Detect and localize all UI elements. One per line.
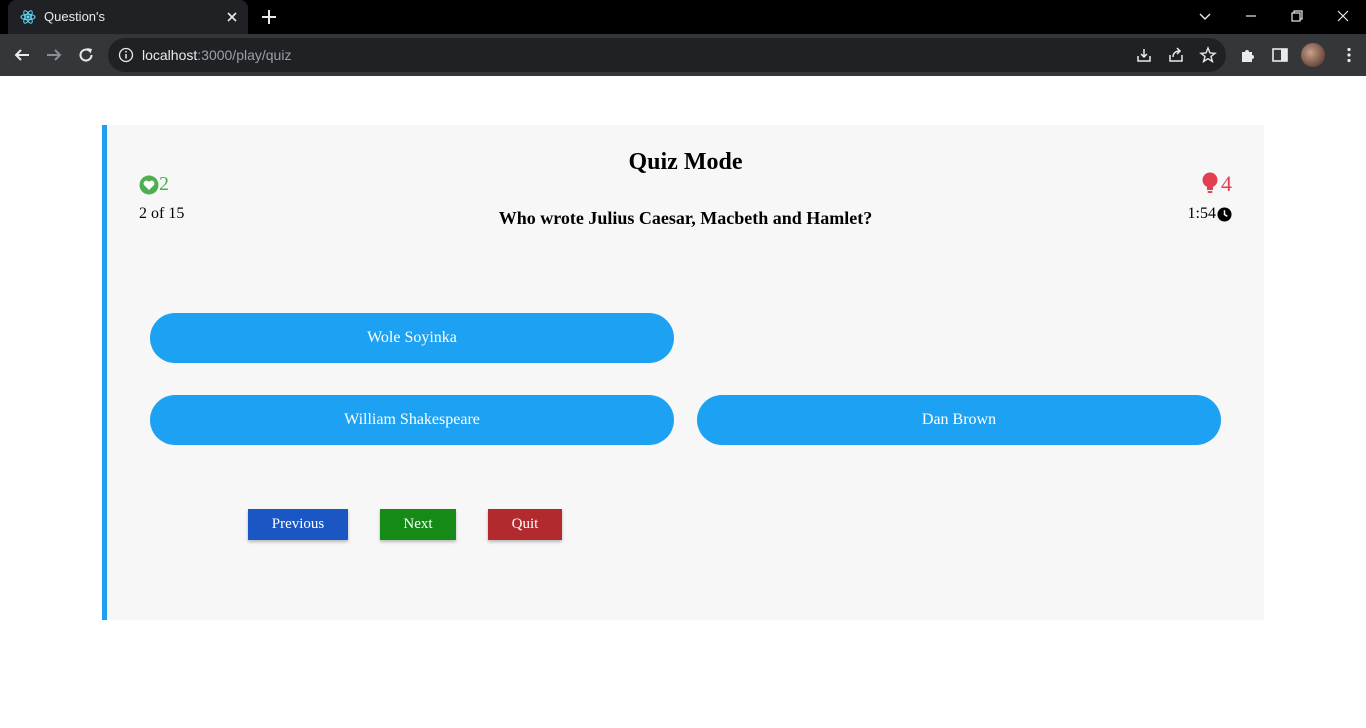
option-button[interactable]: Dan Brown xyxy=(697,395,1221,445)
option-button[interactable]: William Shakespeare xyxy=(150,395,674,445)
new-tab-icon[interactable] xyxy=(260,8,278,26)
close-window-icon[interactable] xyxy=(1335,8,1351,24)
lightbulb-icon xyxy=(1202,172,1218,193)
page-title: Quiz Mode xyxy=(628,149,743,175)
install-app-icon[interactable] xyxy=(1135,46,1153,64)
more-menu-icon[interactable] xyxy=(1340,46,1358,64)
heart-icon xyxy=(139,175,159,194)
url-path: :3000/play/quiz xyxy=(197,47,292,63)
side-panel-icon[interactable] xyxy=(1271,46,1289,64)
url-host: localhost xyxy=(142,47,198,63)
hints-lifeline[interactable]: 4 xyxy=(1201,171,1232,197)
fifty-fifty-count: 2 xyxy=(159,173,169,195)
fifty-fifty-lifeline[interactable]: 2 xyxy=(139,173,169,196)
quit-button[interactable]: Quit xyxy=(488,509,562,540)
previous-button[interactable]: Previous xyxy=(248,509,348,540)
browser-tab-strip: Question's xyxy=(0,0,1366,34)
close-tab-icon[interactable] xyxy=(224,9,240,25)
profile-avatar[interactable] xyxy=(1301,43,1325,67)
address-bar[interactable]: localhost:3000/play/quiz xyxy=(108,38,1226,72)
back-icon[interactable] xyxy=(13,46,31,64)
extensions-puzzle-icon[interactable] xyxy=(1239,46,1257,64)
reload-icon[interactable] xyxy=(77,46,95,64)
tab-search-icon[interactable] xyxy=(1197,8,1213,24)
restore-icon[interactable] xyxy=(1289,8,1305,24)
url-text: localhost:3000/play/quiz xyxy=(142,47,291,63)
hints-count: 4 xyxy=(1221,171,1232,196)
site-info-icon[interactable] xyxy=(118,47,134,63)
minimize-icon[interactable] xyxy=(1243,8,1259,24)
browser-toolbar: localhost:3000/play/quiz xyxy=(0,34,1366,76)
browser-tab[interactable]: Question's xyxy=(8,0,248,34)
question-text: Who wrote Julius Caesar, Macbeth and Ham… xyxy=(498,208,873,228)
option-button[interactable]: Wole Soyinka xyxy=(150,313,674,363)
bookmark-star-icon[interactable] xyxy=(1199,46,1217,64)
tab-title: Question's xyxy=(44,9,106,24)
next-button[interactable]: Next xyxy=(380,509,456,540)
react-favicon-icon xyxy=(20,10,36,24)
forward-icon[interactable] xyxy=(45,46,63,64)
quiz-card: Quiz Mode 2 2 of 15 4 1:54 Who wrote Jul… xyxy=(102,125,1264,620)
share-icon[interactable] xyxy=(1167,46,1185,64)
